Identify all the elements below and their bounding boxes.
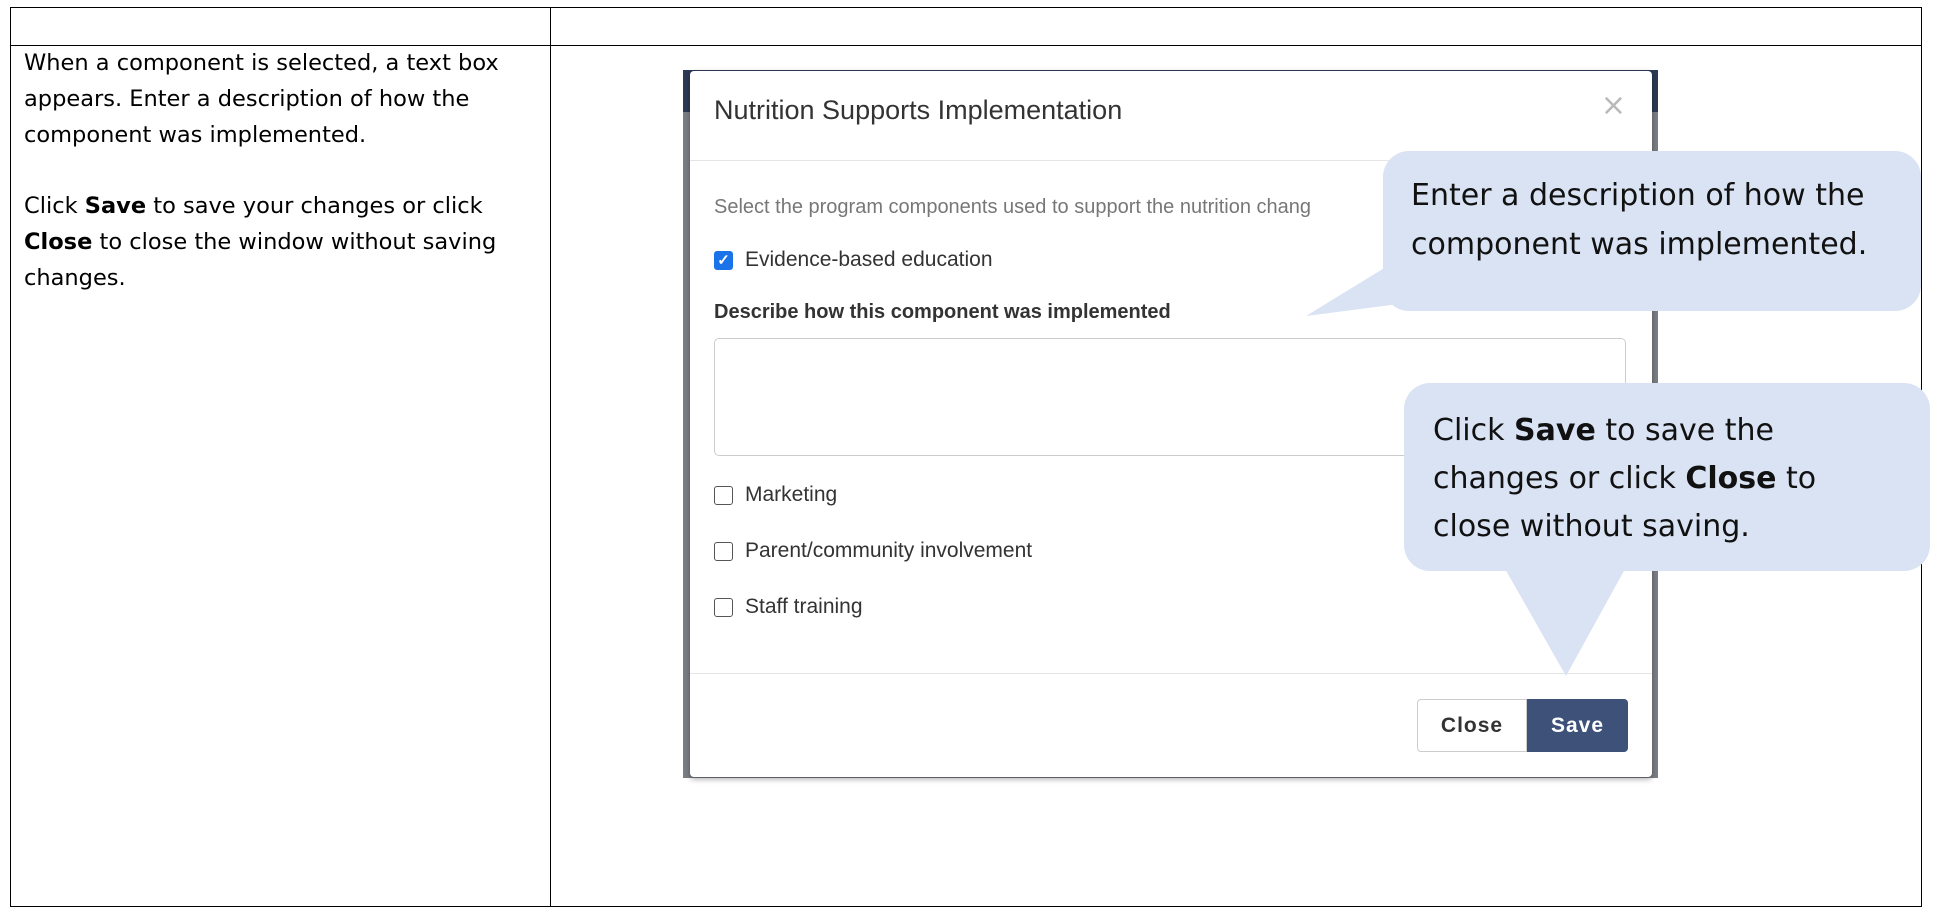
checkbox-icon[interactable] (714, 485, 733, 505)
instruction-close-word: Close (24, 229, 93, 255)
checkbox-icon[interactable] (714, 597, 733, 617)
close-icon[interactable]: × (1601, 91, 1626, 121)
callout-save-or-close: Click Save to save the changes or click … (1404, 383, 1930, 571)
component-parent-community-involvement[interactable]: Parent/community involvement (714, 539, 1032, 563)
description-label: Describe how this component was implemen… (714, 301, 1171, 323)
instruction-save-word: Save (84, 193, 147, 219)
component-label: Staff training (745, 595, 863, 618)
callout-save-word: Save (1514, 413, 1596, 448)
instruction-text: to save your changes or click (146, 193, 483, 219)
instruction-text: Click (24, 193, 85, 219)
component-staff-training[interactable]: Staff training (714, 595, 863, 619)
checkbox-icon[interactable] (714, 541, 733, 561)
callout-close-word: Close (1685, 461, 1777, 496)
callout-2-tail (1500, 560, 1630, 676)
checkbox-checked-icon[interactable]: ✓ (714, 250, 733, 270)
component-label: Parent/community involvement (745, 539, 1033, 562)
callout-text: Click (1433, 413, 1515, 448)
instruction-paragraph-2: Click Save to save your changes or click… (24, 188, 544, 296)
instruction-text: to close the window without saving chang… (24, 229, 497, 291)
table-column-divider (550, 8, 551, 906)
component-label: Marketing (745, 483, 838, 506)
component-marketing[interactable]: Marketing (714, 483, 837, 507)
component-label: Evidence-based education (745, 248, 993, 271)
callout-2-pointer (1500, 560, 1630, 676)
component-evidence-based-education[interactable]: ✓ Evidence-based education (714, 248, 993, 272)
modal-title: Nutrition Supports Implementation (714, 95, 1123, 125)
modal-prompt: Select the program components used to su… (714, 196, 1312, 218)
instructions-cell: When a component is selected, a text box… (24, 45, 544, 331)
save-button[interactable]: Save (1527, 699, 1628, 752)
close-button[interactable]: Close (1417, 699, 1527, 752)
callout-enter-description: Enter a description of how the component… (1383, 151, 1921, 311)
instruction-paragraph-1: When a component is selected, a text box… (24, 50, 499, 148)
